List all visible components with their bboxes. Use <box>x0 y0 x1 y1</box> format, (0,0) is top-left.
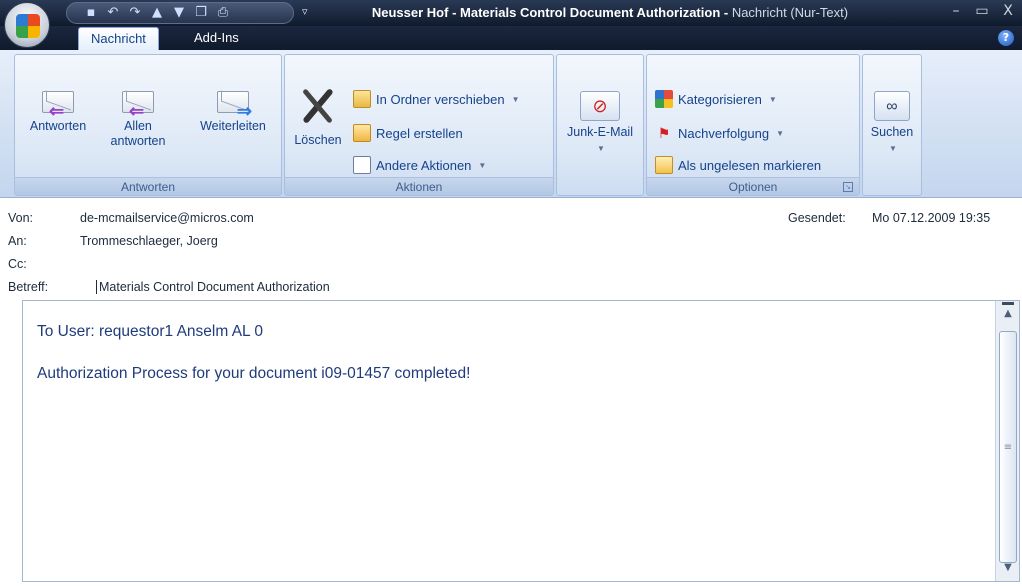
categorize-icon <box>655 90 673 108</box>
other-actions-button[interactable]: Andere Aktionen ▼ <box>353 155 486 175</box>
save-icon[interactable]: ▪ <box>83 5 99 21</box>
message-body[interactable]: To User: requestor1 Anselm AL 0 Authoriz… <box>22 300 1020 582</box>
forward-button[interactable]: ⇒ Weiterleiten <box>191 91 275 134</box>
quick-access-toolbar: ▪ ↶ ↷ ▲ ▼ ❐ ⎙ <box>66 2 294 24</box>
office-button[interactable] <box>4 2 50 48</box>
follow-up-label: Nachverfolgung <box>678 125 770 141</box>
group-label-aktionen: Aktionen <box>285 177 553 195</box>
reply-label: Antworten <box>29 119 87 133</box>
tab-add-ins[interactable]: Add-Ins <box>182 27 251 51</box>
forward-icon: ⇒ <box>217 91 252 120</box>
subject-label: Betreff: <box>8 280 49 294</box>
cc-label: Cc: <box>8 257 27 271</box>
mark-unread-label: Als ungelesen markieren <box>678 157 822 173</box>
reply-button[interactable]: ⇐ Antworten <box>23 91 93 134</box>
group-label-antworten: Antworten <box>15 177 281 195</box>
previous-item-icon[interactable]: ▲ <box>149 5 165 21</box>
find-label: Suchen <box>870 125 914 139</box>
copy-icon[interactable]: ❐ <box>193 5 209 21</box>
reply-all-label: Allen antworten <box>110 119 166 148</box>
create-rule-label: Regel erstellen <box>376 125 463 141</box>
find-button[interactable]: ∞ Suchen ▼ <box>865 91 919 156</box>
other-actions-icon <box>353 156 371 174</box>
chevron-down-icon: ▼ <box>768 94 777 104</box>
move-folder-icon <box>353 90 371 108</box>
move-to-folder-button[interactable]: In Ordner verschieben ▼ <box>353 89 520 109</box>
group-junk: ⊘ Junk-E-Mail ▼ <box>556 54 644 196</box>
minimize-button[interactable]: – <box>948 3 964 19</box>
move-to-folder-label: In Ordner verschieben <box>376 91 505 107</box>
rule-folder-icon <box>353 124 371 142</box>
close-button[interactable]: X <box>1000 3 1016 19</box>
group-label-optionen: Optionen <box>647 177 859 195</box>
junk-email-label: Junk-E-Mail <box>567 125 633 139</box>
create-rule-button[interactable]: Regel erstellen <box>353 123 463 143</box>
tab-nachricht[interactable]: Nachricht <box>78 27 159 51</box>
sent-value: Mo 07.12.2009 19:35 <box>872 211 991 225</box>
subject-value[interactable]: Materials Control Document Authorization <box>96 280 330 294</box>
delete-button[interactable]: Löschen <box>287 85 349 148</box>
chevron-down-icon: ▼ <box>597 144 605 153</box>
window-title-main: Neusser Hof - Materials Control Document… <box>371 5 732 20</box>
from-label: Von: <box>8 211 34 225</box>
junk-email-button[interactable]: ⊘ Junk-E-Mail ▼ <box>559 91 641 156</box>
maximize-button[interactable]: ▭ <box>974 3 990 19</box>
window-title: Neusser Hof - Materials Control Document… <box>300 0 920 26</box>
print-icon[interactable]: ⎙ <box>215 5 231 21</box>
office-logo-icon <box>16 14 40 38</box>
reply-icon: ⇐ <box>42 91 74 120</box>
delete-label: Löschen <box>294 133 342 147</box>
splitter-handle[interactable] <box>1002 302 1014 305</box>
body-line-1: To User: requestor1 Anselm AL 0 <box>37 323 264 340</box>
dialog-launcher-icon[interactable]: ↘ <box>843 182 853 192</box>
other-actions-label: Andere Aktionen <box>376 157 472 173</box>
mark-unread-button[interactable]: Als ungelesen markieren <box>655 155 821 175</box>
sent-label: Gesendet: <box>788 211 846 225</box>
body-line-2: Authorization Process for your document … <box>37 365 471 382</box>
flag-icon: ⚑ <box>657 125 671 141</box>
chevron-down-icon: ▼ <box>478 160 487 170</box>
categorize-label: Kategorisieren <box>678 91 762 107</box>
junk-email-icon: ⊘ <box>580 91 620 121</box>
scroll-up-icon[interactable]: ▲ <box>1000 307 1016 321</box>
undo-icon[interactable]: ↶ <box>105 5 121 21</box>
window-controls: – ▭ X <box>948 3 1016 19</box>
chevron-down-icon: ▼ <box>889 144 897 153</box>
to-label: An: <box>8 234 27 248</box>
to-value[interactable]: Trommeschlaeger, Joerg <box>80 234 218 248</box>
message-header: Von: de-mcmailservice@micros.com An: Tro… <box>0 199 1022 299</box>
mark-unread-icon <box>655 156 673 174</box>
forward-label: Weiterleiten <box>200 119 266 133</box>
group-antworten: ⇐ Antworten ⇐ Allen antworten ⇒ Weiterle… <box>14 54 282 196</box>
reply-all-button[interactable]: ⇐ Allen antworten <box>101 91 175 149</box>
from-value[interactable]: de-mcmailservice@micros.com <box>80 211 254 225</box>
group-aktionen: Löschen In Ordner verschieben ▼ Regel ers… <box>284 54 554 196</box>
scroll-thumb[interactable]: ≡ <box>999 331 1017 563</box>
chevron-down-icon: ▼ <box>776 128 784 138</box>
window-title-sub: Nachricht (Nur-Text) <box>731 5 849 20</box>
follow-up-button[interactable]: ⚑ Nachverfolgung ▼ <box>655 123 784 143</box>
next-item-icon[interactable]: ▼ <box>171 5 187 21</box>
vertical-scrollbar[interactable]: ▲ ≡ ▼ <box>995 301 1019 581</box>
group-suchen: ∞ Suchen ▼ <box>862 54 922 196</box>
reply-all-icon: ⇐ <box>122 91 154 120</box>
group-optionen: Kategorisieren ▼ ⚑ Nachverfolgung ▼ Als un… <box>646 54 860 196</box>
chevron-down-icon: ▼ <box>511 94 520 104</box>
categorize-button[interactable]: Kategorisieren ▼ <box>655 89 777 109</box>
delete-icon <box>297 85 339 127</box>
ribbon: ⇐ Antworten ⇐ Allen antworten ⇒ Weiterle… <box>0 50 1022 198</box>
scroll-down-icon[interactable]: ▼ <box>1000 561 1016 575</box>
help-icon[interactable]: ? <box>998 30 1014 46</box>
redo-icon[interactable]: ↷ <box>127 5 143 21</box>
binoculars-icon: ∞ <box>874 91 910 121</box>
